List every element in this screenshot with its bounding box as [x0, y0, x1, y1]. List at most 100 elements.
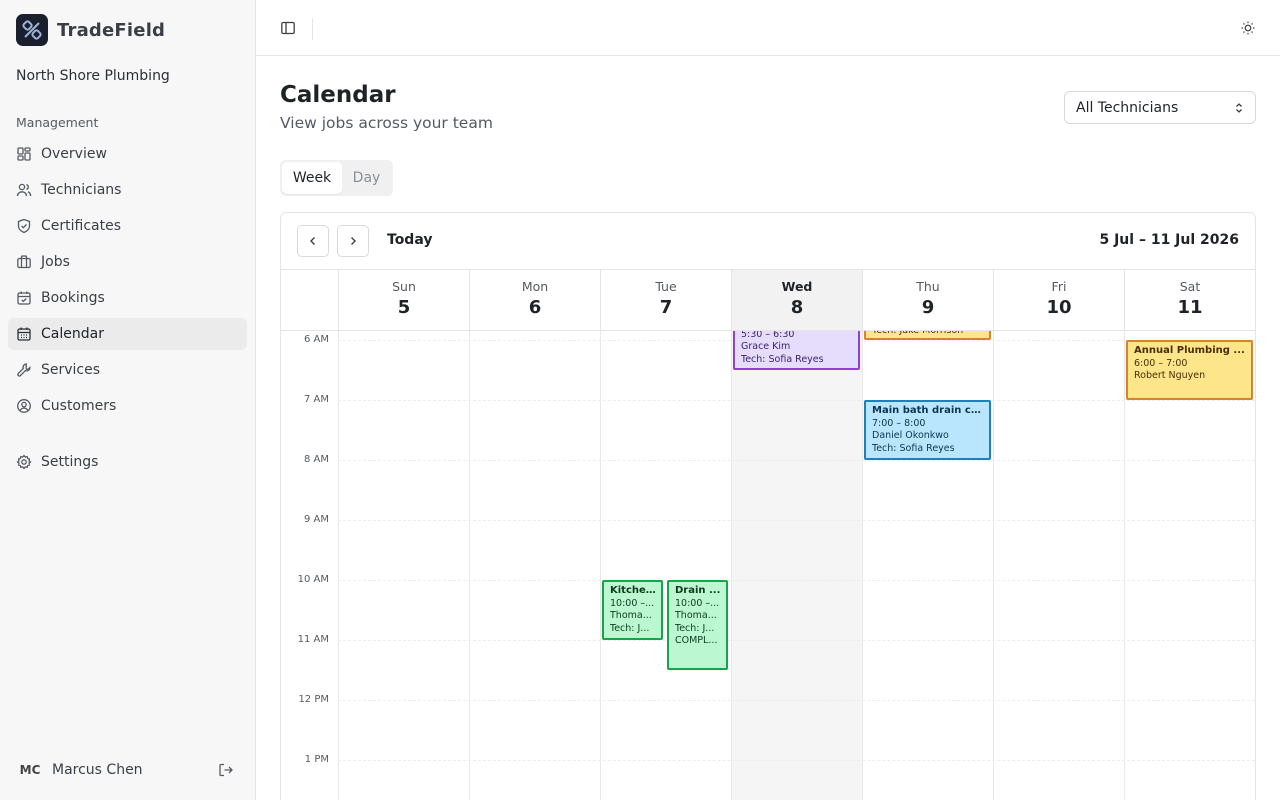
hour-gridline — [338, 460, 1255, 461]
day-header-wed[interactable]: Wed 8 — [731, 270, 862, 331]
sidebar-item-label: Customers — [41, 398, 117, 414]
event-detail: 10:00 –... — [675, 597, 720, 609]
prev-week-button[interactable] — [297, 225, 329, 257]
calendar-event[interactable]: 5:30 – 6:30 Grace Kim Tech: Sofia Reyes — [733, 331, 860, 370]
sidebar-item-certificates[interactable]: Certificates — [8, 210, 247, 242]
event-detail: 10:00 –... — [610, 597, 655, 609]
hour-gridline — [338, 640, 1255, 641]
day-number: 6 — [528, 297, 542, 318]
day-column-divider — [731, 331, 732, 800]
day-header-thu[interactable]: Thu 9 — [862, 270, 993, 331]
day-number: 9 — [921, 297, 935, 318]
calendar-event[interactable]: Tech: Jake Morrison — [864, 331, 991, 340]
wrench-icon — [17, 363, 31, 377]
date-range: 5 Jul – 11 Jul 2026 — [1099, 232, 1239, 248]
sidebar-item-label: Bookings — [41, 290, 105, 306]
shield-check-icon — [17, 218, 31, 234]
sidebar: TradeField North Shore Plumbing Manageme… — [0, 0, 256, 800]
event-detail: 5:30 – 6:30 — [741, 331, 795, 340]
sidebar-item-label: Jobs — [41, 254, 70, 270]
event-title: Annual Plumbing ... — [1134, 345, 1245, 356]
sidebar-item-technicians[interactable]: Technicians — [8, 174, 247, 206]
hour-label: 7 AM — [303, 394, 329, 405]
calendar-toolbar: Today 5 Jul – 11 Jul 2026 — [281, 213, 1255, 270]
brand-name: TradeField — [57, 19, 166, 41]
chevron-right-icon — [351, 237, 356, 245]
event-title: Main bath drain cl... — [872, 405, 984, 416]
event-detail: COMPL... — [675, 635, 718, 646]
sidebar-item-customers[interactable]: Customers — [8, 390, 247, 422]
sun-icon[interactable] — [1240, 20, 1256, 36]
calendar: Today 5 Jul – 11 Jul 2026 Sun 5 Mon 6 Tue … — [280, 212, 1256, 800]
hour-label: 8 AM — [303, 454, 329, 465]
event-detail: Grace Kim — [741, 341, 791, 352]
hour-gridline — [338, 700, 1255, 701]
day-header-sun[interactable]: Sun 5 — [338, 270, 469, 331]
chevron-up-down-icon — [1236, 103, 1242, 113]
day-header-mon[interactable]: Mon 6 — [469, 270, 600, 331]
calendar-event[interactable]: Kitche... 10:00 –... Thoma... Tech: J... — [602, 580, 663, 640]
day-number: 10 — [1046, 297, 1072, 318]
sidebar-item-overview[interactable]: Overview — [8, 138, 247, 170]
hour-label: 1 PM — [304, 754, 329, 765]
briefcase-icon — [17, 255, 31, 269]
event-detail: Tech: Sofia Reyes — [741, 353, 824, 365]
today-button[interactable]: Today — [387, 232, 432, 248]
avatar: MC — [19, 763, 41, 777]
hour-gridline — [338, 580, 1255, 581]
section-label-management: Management — [16, 115, 99, 130]
event-detail: Robert Nguyen — [1134, 370, 1206, 381]
sidebar-item-calendar[interactable]: Calendar — [8, 318, 247, 350]
technician-filter-select[interactable]: All Technicians — [1064, 91, 1256, 124]
event-detail: 7:00 – 8:00 — [872, 417, 926, 429]
hour-label: 12 PM — [298, 694, 329, 705]
hour-label: 6 AM — [303, 334, 329, 345]
sidebar-item-settings[interactable]: Settings — [8, 446, 247, 478]
event-detail: Thoma... — [610, 610, 652, 621]
page-title: Calendar — [280, 82, 396, 108]
time-gutter-header — [281, 270, 338, 331]
today-column-highlight — [731, 331, 862, 800]
calendar-check-icon — [17, 291, 31, 305]
logout-icon[interactable] — [218, 762, 234, 778]
day-header-tue[interactable]: Tue 7 — [600, 270, 731, 331]
tab-week[interactable]: Week — [282, 162, 342, 194]
user-profile[interactable]: MC Marcus Chen — [16, 756, 240, 784]
grid-icon — [17, 147, 31, 161]
day-column-divider — [469, 331, 470, 800]
hour-gridline — [338, 520, 1255, 521]
brand[interactable]: TradeField — [16, 14, 165, 46]
user-name: Marcus Chen — [52, 762, 143, 778]
day-header-fri[interactable]: Fri 10 — [993, 270, 1124, 331]
day-number: 7 — [659, 297, 673, 318]
day-name: Tue — [655, 279, 677, 294]
calendar-event[interactable]: Drain ... 10:00 –... Thoma... Tech: J... COM… — [667, 580, 728, 670]
event-title: Drain ... — [675, 585, 721, 596]
sidebar-item-services[interactable]: Services — [8, 354, 247, 386]
sidebar-toggle-icon[interactable] — [280, 20, 296, 36]
time-grid: 6 AM 7 AM 8 AM 9 AM 10 AM 11 AM 12 PM 1 PM 5:30 … — [281, 331, 1255, 800]
calendar-event[interactable]: Annual Plumbing ... 6:00 – 7:00 Robert Ngu… — [1126, 340, 1253, 400]
day-name: Sun — [392, 279, 416, 294]
event-detail: Tech: J... — [610, 622, 650, 634]
sidebar-item-label: Technicians — [41, 182, 122, 198]
day-column-divider — [993, 331, 994, 800]
calendar-icon — [17, 327, 31, 341]
sidebar-item-bookings[interactable]: Bookings — [8, 282, 247, 314]
hour-label: 11 AM — [297, 634, 329, 645]
page-subtitle: View jobs across your team — [280, 114, 493, 132]
topbar-divider — [312, 18, 313, 40]
day-name: Fri — [1051, 279, 1067, 294]
hour-gridline — [338, 760, 1255, 761]
day-header-sat[interactable]: Sat 11 — [1124, 270, 1255, 331]
next-week-button[interactable] — [337, 225, 369, 257]
day-column-divider — [862, 331, 863, 800]
sidebar-item-jobs[interactable]: Jobs — [8, 246, 247, 278]
event-title: Kitche... — [610, 585, 656, 596]
technician-filter-value: All Technicians — [1076, 99, 1179, 116]
calendar-event[interactable]: Main bath drain cl... 7:00 – 8:00 Daniel O… — [864, 400, 991, 460]
day-column-divider — [1124, 331, 1125, 800]
day-name: Thu — [916, 279, 940, 294]
day-column-divider — [338, 331, 339, 800]
tab-day[interactable]: Day — [342, 162, 391, 194]
